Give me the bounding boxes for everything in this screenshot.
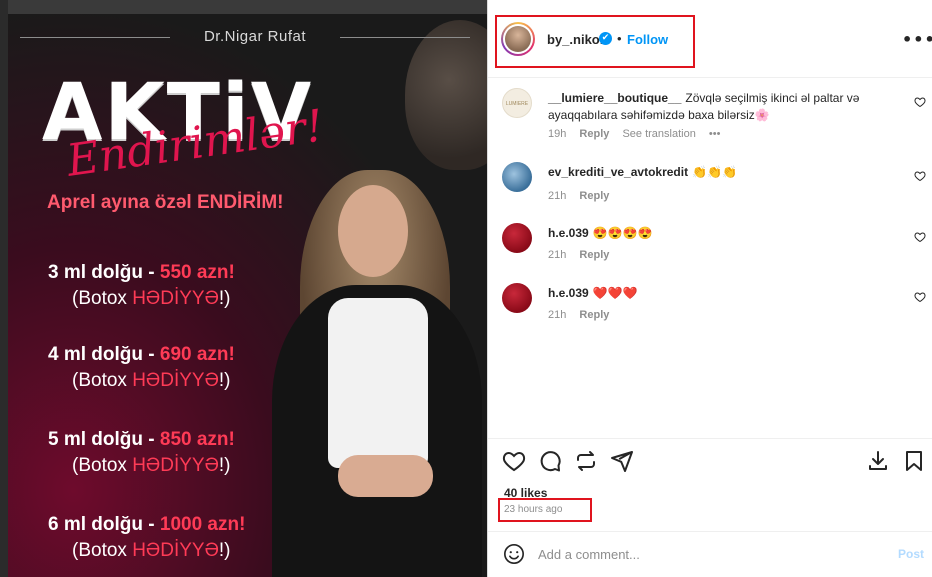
commenter-username[interactable]: h.e.039 [548, 226, 589, 240]
offer-gift: HƏDİYYƏ [132, 455, 219, 476]
comment-bubble-icon[interactable] [538, 449, 562, 473]
commenter-avatar[interactable]: LUMIERE [502, 88, 532, 118]
post-side-panel: by_.nikol ✔ • Follow ••• LUMIERE __lumie… [487, 0, 932, 577]
reply-button[interactable]: Reply [579, 190, 609, 202]
offer-price: 550 azn! [159, 262, 235, 283]
offer-gift-prefix: (Botox [72, 288, 133, 309]
brand-divider [340, 37, 470, 38]
brand-name: Dr.Nigar Rufat [203, 28, 307, 45]
model-face [338, 185, 408, 277]
promo-line: Aprel ayına özəl ENDİRİM! [47, 192, 284, 213]
post-actions-bar [488, 438, 932, 482]
annotation-highlight-box [498, 498, 592, 522]
offer-gift-prefix: (Botox [72, 540, 133, 561]
commenter-username[interactable]: ev_krediti_ve_avtokredit [548, 165, 688, 179]
comment-time: 21h [548, 190, 567, 202]
offer-item: 3 ml dolğu - 550 azn! (Botox HƏDİYYƏ!) [48, 260, 235, 312]
commenter-avatar[interactable] [502, 283, 532, 313]
background-strip [0, 0, 8, 577]
model-shirt [328, 298, 428, 468]
post-image[interactable]: Dr.Nigar Rufat AKTiV Endirimlər! Aprel a… [0, 0, 487, 577]
commenter-avatar[interactable] [502, 162, 532, 192]
add-comment-bar: Post [488, 531, 932, 577]
reply-button[interactable]: Reply [579, 128, 609, 140]
offer-item: 6 ml dolğu - 1000 azn! (Botox HƏDİYYƏ!) [48, 512, 245, 564]
brand-divider [20, 37, 170, 38]
offer-label: 3 ml dolğu - [48, 262, 160, 283]
comment-text: h.e.039 ❤️❤️❤️ [548, 285, 888, 302]
offer-gift-suffix: !) [218, 288, 231, 309]
offer-gift: HƏDİYYƏ [132, 540, 219, 561]
offer-gift-prefix: (Botox [72, 455, 133, 476]
offer-gift: HƏDİYYƏ [132, 370, 219, 391]
comment-time: 21h [548, 249, 567, 261]
comment-meta: 19h Reply See translation ••• [548, 128, 730, 140]
offer-price: 850 azn! [159, 429, 235, 450]
like-comment-heart-icon[interactable] [914, 231, 926, 243]
commenter-avatar[interactable] [502, 223, 532, 253]
offer-gift: HƏDİYYƏ [132, 288, 219, 309]
bookmark-icon[interactable] [902, 449, 926, 473]
repost-icon[interactable] [574, 449, 598, 473]
comment-meta: 21h Reply [548, 190, 619, 202]
comment-input[interactable] [538, 544, 878, 564]
like-comment-heart-icon[interactable] [914, 170, 926, 182]
more-options-icon[interactable]: ••• [902, 30, 932, 49]
download-icon[interactable] [866, 449, 890, 473]
comment-time: 19h [548, 128, 567, 140]
offer-item: 5 ml dolğu - 850 azn! (Botox HƏDİYYƏ!) [48, 427, 235, 479]
commenter-username[interactable]: h.e.039 [548, 286, 589, 300]
offer-label: 5 ml dolğu - [48, 429, 160, 450]
offer-gift-prefix: (Botox [72, 370, 133, 391]
comment-text: ev_krediti_ve_avtokredit 👏👏👏 [548, 164, 888, 181]
offer-gift-suffix: !) [218, 455, 231, 476]
see-translation-button[interactable]: See translation [622, 128, 695, 140]
model-portrait-background [405, 20, 487, 170]
reply-button[interactable]: Reply [579, 309, 609, 321]
post-header: by_.nikol ✔ • Follow ••• [488, 0, 932, 78]
comment-meta: 21h Reply [548, 309, 619, 321]
comment-text: __lumiere__boutique__ Zövqlə seçilmiş iki… [548, 90, 888, 124]
offer-item: 4 ml dolğu - 690 azn! (Botox HƏDİYYƏ!) [48, 342, 235, 394]
share-send-icon[interactable] [610, 449, 634, 473]
comment-content: 👏👏👏 [692, 165, 737, 179]
comments-list: LUMIERE __lumiere__boutique__ Zövqlə seçi… [488, 78, 932, 438]
like-heart-icon[interactable] [502, 449, 526, 473]
comment-content: 😍😍😍😍 [592, 226, 653, 240]
comment-time: 21h [548, 309, 567, 321]
commenter-username[interactable]: __lumiere__boutique__ [548, 91, 681, 105]
comment-text: h.e.039 😍😍😍😍 [548, 225, 888, 242]
offer-gift-suffix: !) [218, 540, 231, 561]
model-hands [338, 455, 433, 497]
comment-content: ❤️❤️❤️ [592, 286, 638, 300]
annotation-highlight-box [495, 15, 695, 68]
like-comment-heart-icon[interactable] [914, 96, 926, 108]
offer-label: 6 ml dolğu - [48, 514, 160, 535]
post-comment-button[interactable]: Post [898, 547, 924, 561]
background-strip [0, 0, 487, 14]
instagram-post-view: Dr.Nigar Rufat AKTiV Endirimlər! Aprel a… [0, 0, 932, 577]
reply-button[interactable]: Reply [579, 249, 609, 261]
comment-meta: 21h Reply [548, 249, 619, 261]
offer-price: 690 azn! [159, 344, 235, 365]
offer-label: 4 ml dolğu - [48, 344, 160, 365]
emoji-icon[interactable] [503, 543, 525, 565]
offer-gift-suffix: !) [218, 370, 231, 391]
offer-price: 1000 azn! [159, 514, 246, 535]
like-comment-heart-icon[interactable] [914, 291, 926, 303]
comment-more-icon[interactable]: ••• [709, 128, 721, 140]
